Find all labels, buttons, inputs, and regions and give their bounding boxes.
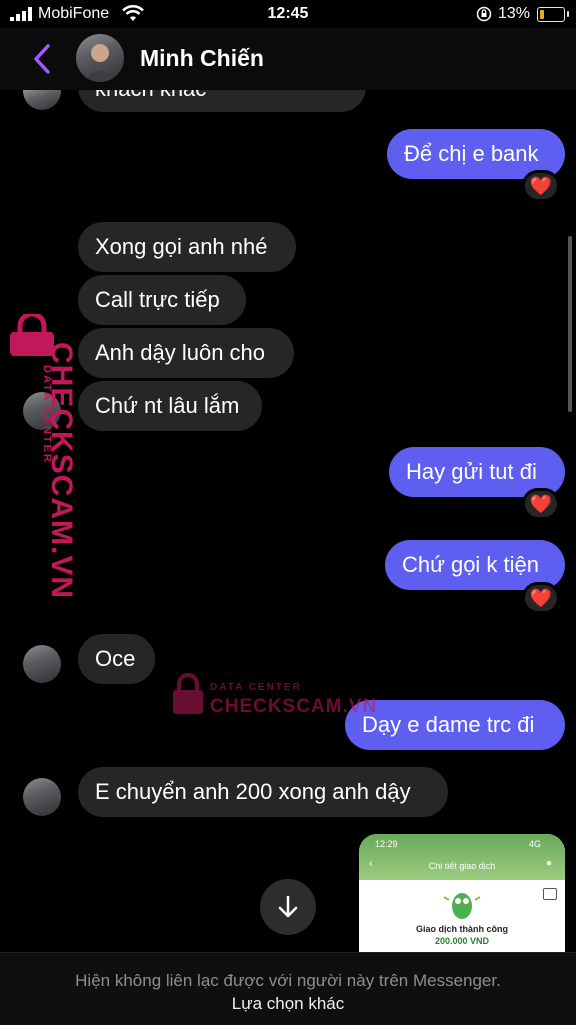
bell-icon: ● [546,858,553,869]
message-outgoing[interactable]: Dạy e dame trc đi [345,700,565,750]
orientation-lock-icon [476,6,492,22]
back-chevron-icon[interactable] [28,42,56,76]
other-options-link[interactable]: Lựa chọn khác [0,994,576,1014]
message-incoming[interactable]: Oce [78,634,155,684]
header-overlay: Minh Chiến [0,28,576,90]
sender-avatar [23,90,61,110]
mascot-icon [443,893,481,919]
scrollbar[interactable] [568,236,572,412]
message-incoming[interactable]: E chuyển anh 200 xong anh dậy [78,767,448,817]
message-incoming[interactable]: Chứ nt lâu lắm [78,381,262,431]
message-incoming[interactable]: Anh dậy luôn cho [78,328,294,378]
status-bar: MobiFone 12:45 13% [0,0,576,30]
sender-avatar [23,778,61,816]
watermark-brand: CHECKSCAM.VN [210,696,378,717]
watermark-label-vertical: DATA CENTER [41,365,53,464]
heart-reaction[interactable]: ❤️ [522,488,560,520]
unavailable-footer: Hiện không liên lạc được với người này t… [0,952,576,1025]
attachment-network: 4G [529,839,542,849]
message-incoming[interactable]: Call trực tiếp [78,275,246,325]
sender-avatar [23,645,61,683]
attachment-time: 12:29 [375,839,398,849]
battery-percentage: 13% [498,5,531,22]
contact-name[interactable]: Minh Chiến [140,45,264,72]
scroll-to-bottom-button[interactable] [260,879,316,935]
message-incoming[interactable]: Xong gọi anh nhé [78,222,296,272]
battery-icon [537,7,569,22]
image-attachment[interactable]: 12:29 4G ‹ Chi tiết giao dịch ● Giao dịc… [359,834,565,952]
attachment-title: Chi tiết giao dịch [428,861,496,871]
watermark-label: DATA CENTER [210,682,302,693]
attachment-status: Giao dịch thành công [416,924,508,934]
watermark-lock-icon [171,672,205,721]
attachment-amount: 200.000 VND [434,936,490,946]
heart-reaction[interactable]: ❤️ [522,170,560,202]
printer-icon [543,888,557,900]
unavailable-note: Hiện không liên lạc được với người này t… [75,971,501,990]
contact-avatar[interactable] [76,34,124,82]
arrow-down-icon [278,895,298,918]
heart-reaction[interactable]: ❤️ [522,582,560,614]
